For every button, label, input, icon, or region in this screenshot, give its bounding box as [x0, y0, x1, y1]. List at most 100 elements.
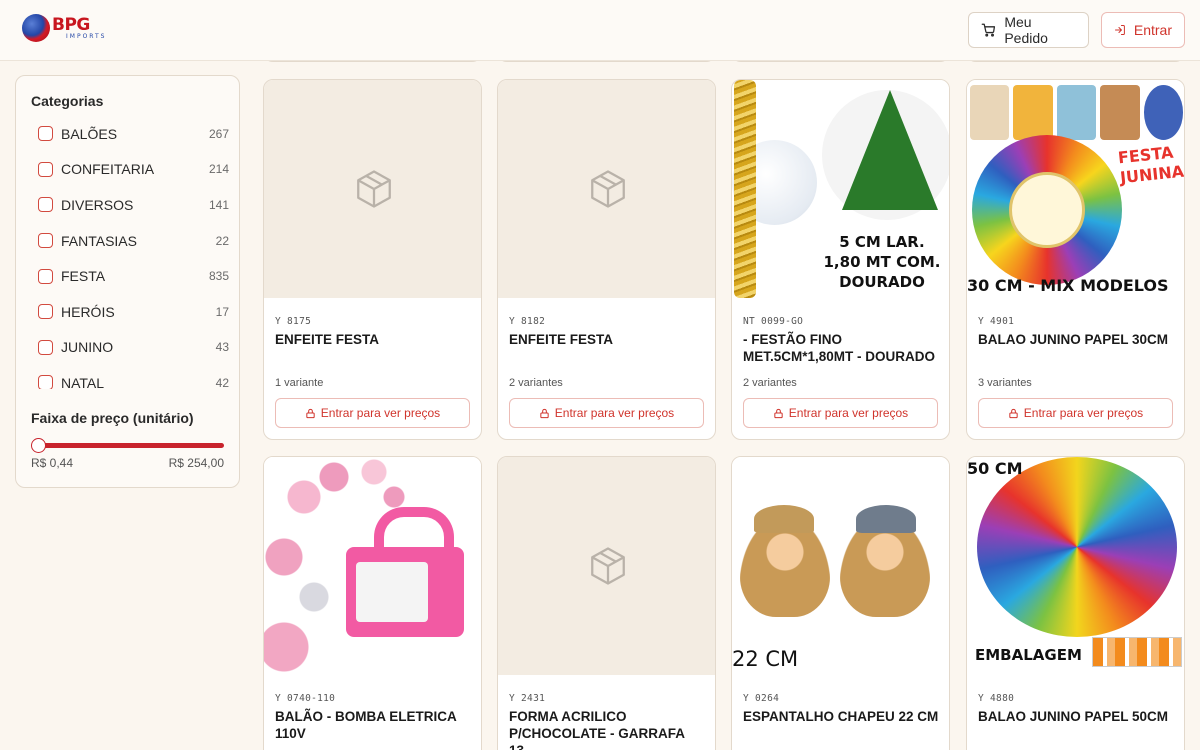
caption-line: DOURADO	[839, 273, 925, 291]
product-name[interactable]: ENFEITE FESTA	[275, 331, 475, 348]
category-checkbox[interactable]	[38, 339, 53, 355]
category-count: 141	[208, 197, 229, 212]
box-icon	[590, 170, 625, 208]
product-name[interactable]: - FESTÃO FINO MET.5CM*1,80MT - DOURADO	[743, 331, 943, 365]
category-count: 42	[215, 375, 229, 389]
lock-icon	[774, 408, 783, 418]
product-code: Y 0740-110	[275, 693, 336, 704]
product-image[interactable]: 5 CM LAR. 1,80 MT COM. DOURADO	[732, 80, 949, 298]
categories-title: Categorias	[31, 93, 104, 109]
category-checkbox[interactable]	[38, 233, 53, 249]
brand-logo[interactable]: BPG IMPORTS	[22, 14, 107, 42]
price-max-value: R$ 254,00	[168, 456, 224, 470]
lock-icon	[1009, 408, 1018, 418]
box-icon	[356, 170, 391, 208]
category-item-diversos[interactable]: DIVERSOS 141	[31, 187, 229, 223]
product-image-placeholder[interactable]	[264, 80, 481, 298]
category-label: DIVERSOS	[61, 196, 134, 213]
product-card[interactable]: Y 0740-110 BALÃO - BOMBA ELETRICA 110V	[263, 456, 482, 750]
product-name[interactable]: FORMA ACRILICO P/CHOCOLATE - GARRAFA 13,…	[509, 708, 709, 750]
category-item-baloes[interactable]: BALÕES 267	[31, 116, 229, 152]
product-variants: 2 variantes	[743, 377, 797, 389]
product-card[interactable]: Y 2431 FORMA ACRILICO P/CHOCOLATE - GARR…	[497, 456, 716, 750]
login-to-see-prices-button[interactable]: Entrar para ver preços	[509, 398, 704, 428]
pump-handle-shape	[374, 507, 454, 552]
product-image[interactable]	[264, 457, 481, 675]
product-name[interactable]: BALAO JUNINO PAPEL 50CM	[978, 708, 1178, 725]
product-image-caption: 5 CM LAR. 1,80 MT COM. DOURADO	[817, 232, 947, 292]
product-code: Y 8175	[275, 316, 312, 327]
login-to-see-prices-button[interactable]: Entrar para ver preços	[978, 398, 1173, 428]
product-card[interactable]: Y 8182 ENFEITE FESTA 2 variantes Entrar …	[497, 79, 716, 440]
festa-junina-text: FESTA JUNINA	[1117, 142, 1184, 188]
product-image[interactable]: FESTA JUNINA 30 CM - MIX MODELOS	[967, 80, 1184, 298]
product-image-caption: EMBALAGEM	[975, 646, 1082, 664]
category-checkbox[interactable]	[38, 161, 53, 177]
packaging-strip-shape	[1092, 637, 1182, 667]
image-tiles	[967, 85, 1184, 140]
product-variants: 3 variantes	[978, 377, 1032, 389]
category-label: FESTA	[61, 268, 106, 285]
product-card[interactable]: Y 8175 ENFEITE FESTA 1 variante Entrar p…	[263, 79, 482, 440]
lock-icon	[306, 408, 315, 418]
category-count: 214	[208, 162, 229, 177]
category-item-festa[interactable]: FESTA 835	[31, 258, 229, 294]
category-checkbox[interactable]	[38, 197, 53, 213]
category-item-fantasias[interactable]: FANTASIAS 22	[31, 223, 229, 259]
category-list[interactable]: BALÕES 267 CONFEITARIA 214 DIVERSOS 141 …	[31, 116, 229, 389]
top-header: BPG IMPORTS Meu Pedido Entrar	[0, 0, 1200, 61]
my-order-label: Meu Pedido	[1004, 14, 1048, 46]
category-checkbox[interactable]	[38, 304, 53, 320]
product-code: Y 8182	[509, 316, 546, 327]
product-name[interactable]: ESPANTALHO CHAPEU 22 CM	[743, 708, 943, 725]
price-slider-min-handle[interactable]	[31, 438, 46, 453]
product-image[interactable]: 22 CM	[732, 457, 949, 675]
category-label: CONFEITARIA	[61, 161, 155, 178]
login-button[interactable]: Entrar	[1101, 12, 1185, 48]
category-item-confeitaria[interactable]: CONFEITARIA 214	[31, 152, 229, 188]
category-count: 835	[208, 269, 229, 284]
product-name[interactable]: BALAO JUNINO PAPEL 30CM	[978, 331, 1178, 348]
product-name[interactable]: BALÃO - BOMBA ELETRICA 110V	[275, 708, 475, 742]
login-to-see-prices-button[interactable]: Entrar para ver preços	[743, 398, 938, 428]
my-order-button[interactable]: Meu Pedido	[968, 12, 1089, 48]
login-to-see-prices-button[interactable]: Entrar para ver preços	[275, 398, 470, 428]
button-label: Entrar para ver preços	[1023, 406, 1144, 420]
button-label: Entrar para ver preços	[320, 406, 441, 420]
product-card[interactable]: FESTA JUNINA 30 CM - MIX MODELOS Y 4901 …	[966, 79, 1185, 440]
login-label: Entrar	[1133, 22, 1172, 38]
product-card[interactable]: 5 CM LAR. 1,80 MT COM. DOURADO NT 0099-G…	[731, 79, 950, 440]
category-item-natal[interactable]: NATAL 42	[31, 365, 229, 389]
category-label: HERÓIS	[61, 303, 115, 320]
lantern-center	[1009, 172, 1085, 248]
category-checkbox[interactable]	[38, 268, 53, 284]
product-name[interactable]: ENFEITE FESTA	[509, 331, 709, 348]
brand-sub: IMPORTS	[66, 32, 107, 40]
product-code: NT 0099-GO	[743, 316, 804, 327]
category-count: 17	[215, 304, 229, 319]
category-count: 22	[215, 233, 229, 248]
product-image-caption: 22 CM	[732, 647, 799, 671]
brand-name: BPG	[52, 14, 90, 35]
category-item-junino[interactable]: JUNINO 43	[31, 330, 229, 366]
scarecrow-hat-shape	[754, 505, 814, 533]
product-card[interactable]: 22 CM Y 0264 ESPANTALHO CHAPEU 22 CM	[731, 456, 950, 750]
product-image-placeholder[interactable]	[498, 457, 715, 675]
product-code: Y 4901	[978, 316, 1015, 327]
product-card[interactable]: 50 CM EMBALAGEM Y 4880 BALAO JUNINO PAPE…	[966, 456, 1185, 750]
product-image-caption: 30 CM - MIX MODELOS	[967, 276, 1169, 295]
product-image[interactable]: 50 CM EMBALAGEM	[967, 457, 1184, 675]
category-count: 43	[215, 340, 229, 355]
product-image-placeholder[interactable]	[498, 80, 715, 298]
category-checkbox[interactable]	[38, 126, 53, 142]
scarecrow-hat-shape	[856, 505, 916, 533]
price-min-value: R$ 0,44	[31, 456, 74, 470]
category-checkbox[interactable]	[38, 375, 53, 389]
button-label: Entrar para ver preços	[788, 406, 909, 420]
box-icon	[590, 547, 625, 585]
category-label: FANTASIAS	[61, 232, 137, 249]
price-slider-track[interactable]	[38, 443, 224, 448]
cart-icon	[981, 23, 996, 37]
category-item-herois[interactable]: HERÓIS 17	[31, 294, 229, 330]
product-code: Y 4880	[978, 693, 1015, 704]
